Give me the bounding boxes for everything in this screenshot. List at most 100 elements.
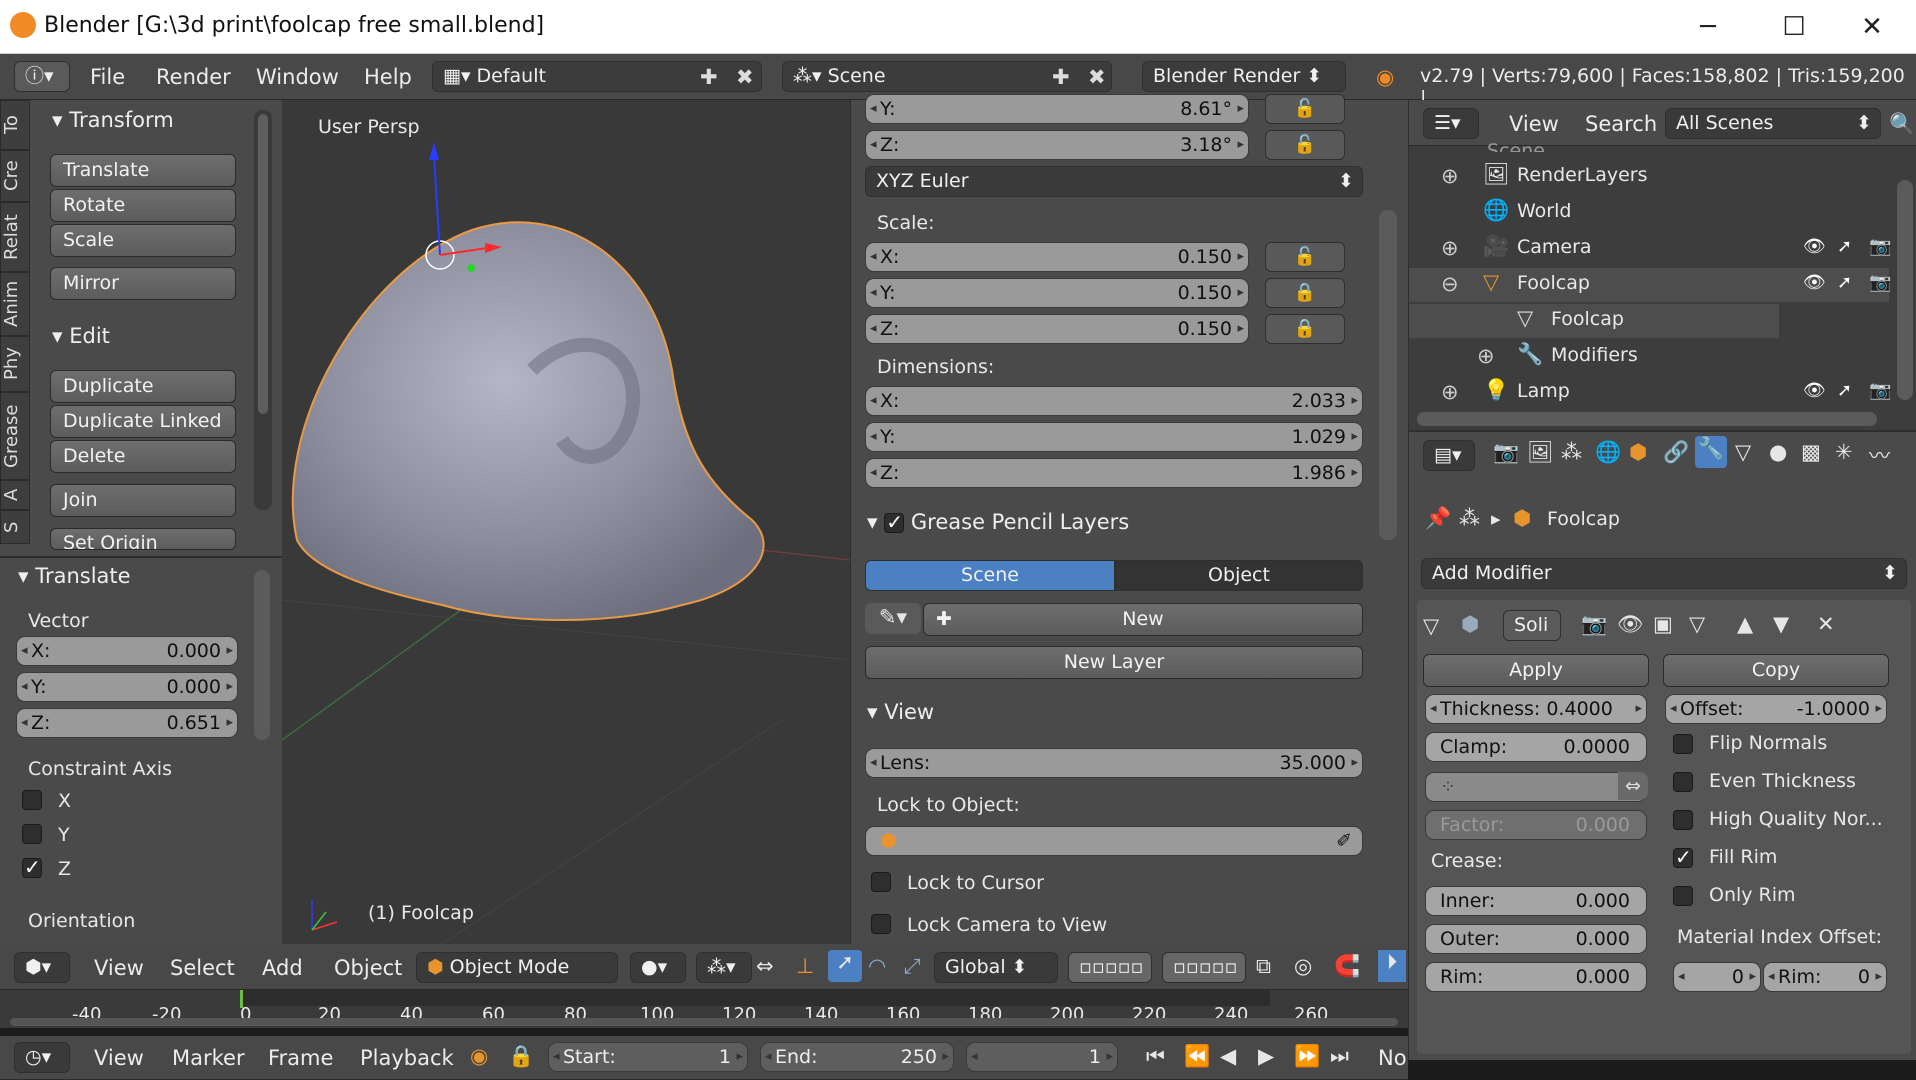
n-panel-scrollbar[interactable] bbox=[1379, 210, 1397, 540]
timeline[interactable]: -40 -20 0 20 40 60 80 100 120 140 160 18… bbox=[0, 990, 1408, 1028]
frame-menu[interactable]: Frame bbox=[268, 1046, 333, 1070]
edit-panel-header[interactable]: ▾ Edit bbox=[52, 324, 110, 348]
timeline-scrollbar[interactable] bbox=[10, 1018, 1398, 1026]
menu-window[interactable]: Window bbox=[256, 65, 339, 89]
visibility-eye-icon[interactable]: 👁 bbox=[1803, 380, 1826, 401]
crease-inner-field[interactable]: Inner: 0.000 bbox=[1425, 886, 1647, 916]
expand-icon[interactable]: ⊕ bbox=[1441, 236, 1459, 260]
material-rim-offset-field[interactable]: ◂ Rim: 0 ▸ bbox=[1763, 962, 1887, 992]
dimension-x-field[interactable]: ◂ X: 2.033 ▸ bbox=[865, 386, 1363, 416]
lock-rotation-y[interactable]: 🔓 bbox=[1265, 94, 1345, 124]
modifier-viewport-toggle-icon[interactable]: 👁 bbox=[1617, 612, 1644, 637]
render-tab-icon[interactable]: 📷 bbox=[1493, 440, 1519, 465]
texture-tab-icon[interactable]: ▩ bbox=[1801, 440, 1821, 464]
lock-camera-checkbox[interactable] bbox=[871, 914, 891, 934]
jump-keyframe-back-icon[interactable]: ⏪ bbox=[1184, 1044, 1210, 1069]
play-icon[interactable]: ▶ bbox=[1258, 1044, 1274, 1068]
shading-dropdown[interactable]: ●▾ bbox=[630, 952, 686, 983]
current-frame-field[interactable]: ◂ 1 ▸ bbox=[966, 1042, 1118, 1072]
record-icon[interactable]: ◉ bbox=[470, 1044, 488, 1068]
operator-scrollbar[interactable] bbox=[254, 570, 270, 740]
duplicate-linked-button[interactable]: Duplicate Linked bbox=[50, 405, 236, 438]
maximize-button[interactable]: ☐ bbox=[1768, 8, 1820, 46]
lock-scale-y[interactable]: 🔒 bbox=[1265, 278, 1345, 308]
proportional-edit-icon[interactable]: ◎ bbox=[1294, 954, 1312, 978]
high-quality-normals-checkbox[interactable] bbox=[1673, 810, 1693, 830]
modifier-name-field[interactable]: Soli bbox=[1503, 610, 1561, 641]
fill-rim-checkbox[interactable] bbox=[1673, 845, 1693, 869]
tab-s[interactable]: S bbox=[0, 510, 30, 544]
rotation-mode-dropdown[interactable]: XYZ Euler ⬍ bbox=[865, 166, 1363, 197]
properties-editor-type[interactable]: ▤▾ bbox=[1423, 440, 1475, 471]
join-button[interactable]: Join bbox=[50, 484, 236, 517]
grease-pencil-panel-header[interactable]: ▾ Grease Pencil Layers bbox=[867, 510, 1129, 534]
vector-z-field[interactable]: ◂ Z: 0.651 ▸ bbox=[16, 708, 238, 738]
transform-panel-header[interactable]: ▾ Transform bbox=[52, 108, 174, 132]
crease-rim-field[interactable]: Rim: 0.000 bbox=[1425, 962, 1647, 992]
tab-a[interactable]: A bbox=[0, 480, 30, 510]
duplicate-button[interactable]: Duplicate bbox=[50, 370, 236, 403]
outliner-row-renderlayers[interactable]: ⊕ 🖼 RenderLayers bbox=[1409, 160, 1889, 194]
visibility-eye-icon[interactable]: 👁 bbox=[1803, 272, 1826, 293]
select-cursor-icon[interactable]: ➚ bbox=[1837, 272, 1852, 293]
layers-grid-1[interactable]: ▫▫▫▫▫ bbox=[1068, 952, 1152, 983]
world-tab-icon[interactable]: 🌐 bbox=[1595, 440, 1621, 465]
add-menu[interactable]: Add bbox=[262, 956, 303, 980]
outliner-editor-type[interactable]: ☰▾ bbox=[1423, 108, 1479, 139]
translate-manipulator-icon[interactable]: ➚ bbox=[828, 950, 862, 982]
dimension-z-field[interactable]: ◂ Z: 1.986 ▸ bbox=[865, 458, 1363, 488]
lock-scale-z[interactable]: 🔒 bbox=[1265, 314, 1345, 344]
outliner-row-modifiers[interactable]: ⊕ 🔧 Modifiers bbox=[1409, 340, 1889, 374]
modifier-render-toggle-icon[interactable]: 📷 bbox=[1581, 612, 1607, 637]
expand-icon[interactable]: ⊕ bbox=[1441, 164, 1459, 188]
outliner-view-menu[interactable]: View bbox=[1509, 112, 1559, 136]
vector-x-field[interactable]: ◂ X: 0.000 ▸ bbox=[16, 636, 238, 666]
invert-icon[interactable]: ⇔ bbox=[1618, 772, 1648, 800]
move-up-icon[interactable]: ▲ bbox=[1737, 612, 1753, 636]
gp-object-toggle[interactable]: Object bbox=[1115, 560, 1363, 591]
render-layers-tab-icon[interactable]: 🖼 bbox=[1527, 440, 1554, 465]
outliner-row-foolcap[interactable]: ⊖ ▽ Foolcap 👁 ➚ 📷 bbox=[1409, 268, 1891, 302]
eyedropper-icon[interactable]: ✐ bbox=[1336, 827, 1352, 855]
copy-button[interactable]: Copy bbox=[1663, 654, 1889, 687]
transform-orientation-dropdown[interactable]: Global ⬍ bbox=[934, 952, 1058, 983]
outliner-filter-dropdown[interactable]: All Scenes ⬍ bbox=[1665, 108, 1881, 139]
lock-rotation-z[interactable]: 🔓 bbox=[1265, 130, 1345, 160]
rotate-manipulator-icon[interactable]: ◠ bbox=[868, 954, 886, 978]
outliner-row-world[interactable]: 🌐 World bbox=[1409, 196, 1889, 230]
rotate-button[interactable]: Rotate bbox=[50, 189, 236, 222]
mirror-button[interactable]: Mirror bbox=[50, 267, 236, 300]
search-icon[interactable]: 🔍 bbox=[1889, 112, 1915, 137]
clamp-field[interactable]: Clamp: 0.0000 bbox=[1425, 732, 1647, 762]
physics-tab-icon[interactable]: 〰 bbox=[1869, 440, 1890, 470]
collapse-icon[interactable]: ⊖ bbox=[1441, 272, 1459, 296]
translate-button[interactable]: Translate bbox=[50, 154, 236, 187]
lock-to-object-field[interactable]: ⬢ ✐ bbox=[865, 826, 1363, 856]
constraints-tab-icon[interactable]: 🔗 bbox=[1663, 440, 1689, 465]
scale-x-field[interactable]: ◂ X: 0.150 ▸ bbox=[865, 242, 1249, 272]
scene-tab-icon[interactable]: ⁂ bbox=[1561, 440, 1582, 464]
outliner-row-scene[interactable]: Scene bbox=[1487, 140, 1545, 152]
constraint-y-checkbox[interactable] bbox=[22, 824, 42, 844]
factor-field[interactable]: Factor: 0.000 bbox=[1425, 810, 1647, 840]
dimension-y-field[interactable]: ◂ Y: 1.029 ▸ bbox=[865, 422, 1363, 452]
lock-frame-icon[interactable]: 🔒 bbox=[508, 1044, 534, 1069]
select-menu[interactable]: Select bbox=[170, 956, 235, 980]
scale-button[interactable]: Scale bbox=[50, 224, 236, 257]
3d-viewport[interactable]: User Persp (1) Foolcap bbox=[282, 100, 850, 944]
jump-keyframe-forward-icon[interactable]: ⏩ bbox=[1294, 1044, 1320, 1069]
scale-manipulator-icon[interactable]: ⤢ bbox=[904, 954, 921, 979]
close-button[interactable]: ✕ bbox=[1846, 8, 1898, 46]
pencil-icon[interactable]: ✎▾ bbox=[865, 603, 921, 634]
offset-field[interactable]: ◂ Offset: -1.0000 ▸ bbox=[1665, 694, 1887, 724]
gp-new-layer-button[interactable]: New Layer bbox=[865, 646, 1363, 679]
gp-new-button[interactable]: ✚ New bbox=[923, 603, 1363, 636]
outliner-h-scrollbar[interactable] bbox=[1417, 412, 1877, 426]
3d-editor-type[interactable]: ⬢▾ bbox=[14, 952, 70, 983]
minimize-button[interactable]: ─ bbox=[1682, 8, 1734, 46]
render-preview-icon[interactable]: ⏵ bbox=[1378, 950, 1406, 982]
add-modifier-dropdown[interactable]: Add Modifier ⬍ bbox=[1421, 558, 1907, 589]
rotation-z-field[interactable]: ◂ Z: 3.18° ▸ bbox=[865, 130, 1249, 160]
lock-scale-x[interactable]: 🔓 bbox=[1265, 242, 1345, 272]
tab-tools[interactable]: To bbox=[0, 100, 30, 150]
